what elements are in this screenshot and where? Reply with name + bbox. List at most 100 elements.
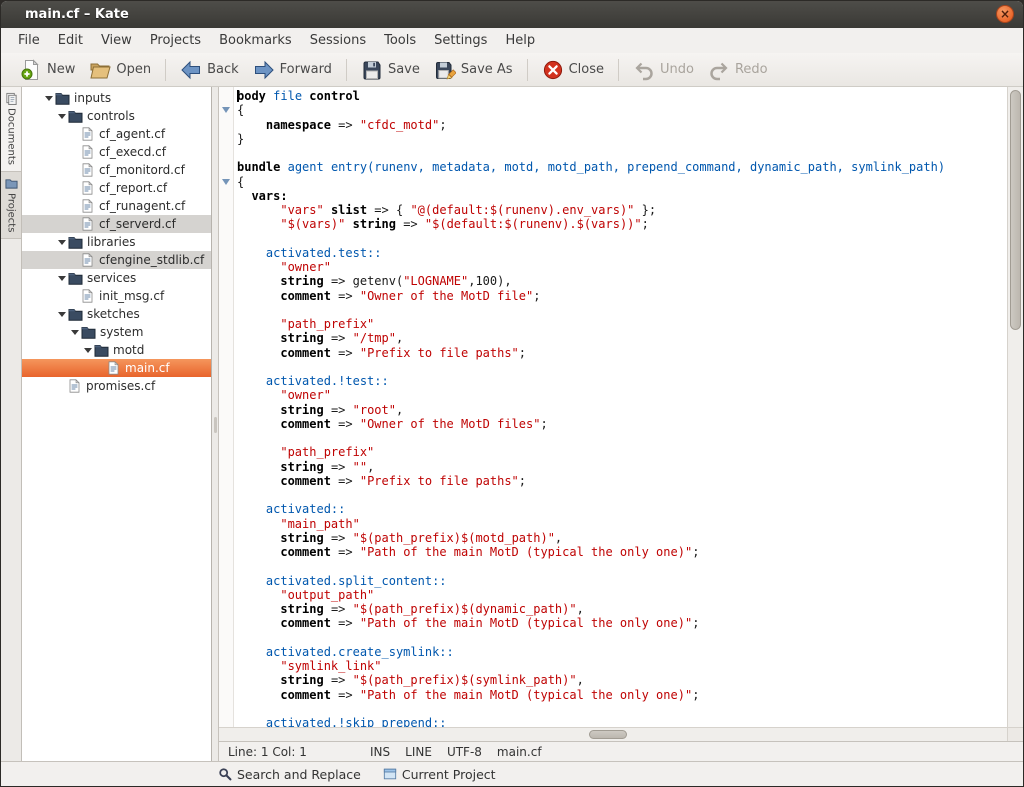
tree-item-init_msg.cf[interactable]: init_msg.cf bbox=[22, 287, 211, 305]
code-line: comment => "Owner of the MotD file"; bbox=[237, 289, 1007, 303]
code-line: comment => "Prefix to file paths"; bbox=[237, 346, 1007, 360]
tree-item-sketches[interactable]: sketches bbox=[22, 305, 211, 323]
tree-item-label: controls bbox=[87, 109, 135, 123]
tree-item-label: system bbox=[100, 325, 143, 339]
code-line: comment => "Path of the main MotD (typic… bbox=[237, 688, 1007, 702]
menu-item-projects[interactable]: Projects bbox=[141, 30, 210, 51]
folder-icon bbox=[68, 271, 85, 285]
code-line bbox=[237, 431, 1007, 445]
expander-icon[interactable] bbox=[55, 240, 68, 245]
menu-item-file[interactable]: File bbox=[9, 30, 49, 51]
open-button[interactable]: Open bbox=[82, 57, 158, 83]
forward-arrow-icon bbox=[253, 59, 275, 81]
toolbar-button-label: Undo bbox=[660, 62, 694, 77]
expander-icon[interactable] bbox=[42, 96, 55, 101]
expander-icon[interactable] bbox=[81, 348, 94, 353]
tree-item-main.cf[interactable]: main.cf bbox=[22, 359, 211, 377]
code-line bbox=[237, 702, 1007, 716]
current-project-button[interactable]: Current Project bbox=[378, 765, 501, 784]
button-label: Search and Replace bbox=[237, 767, 361, 782]
tree-item-cf_runagent.cf[interactable]: cf_runagent.cf bbox=[22, 197, 211, 215]
search-and-replace-button[interactable]: Search and Replace bbox=[213, 765, 366, 784]
menu-item-help[interactable]: Help bbox=[496, 30, 544, 51]
editor-vertical-scrollbar[interactable] bbox=[1007, 87, 1023, 727]
fold-marker-icon[interactable] bbox=[222, 107, 230, 113]
redo-icon bbox=[708, 59, 730, 81]
expander-icon[interactable] bbox=[55, 312, 68, 317]
titlebar[interactable]: main.cf – Kate × bbox=[1, 1, 1023, 28]
tree-item-libraries[interactable]: libraries bbox=[22, 233, 211, 251]
main-area: Documents Projects inputs controls cf_agent… bbox=[1, 87, 1023, 761]
file-icon bbox=[80, 199, 97, 213]
editor-horizontal-scrollbar[interactable] bbox=[219, 727, 1007, 741]
code-line: "owner" bbox=[237, 260, 1007, 274]
scrollbar-thumb[interactable] bbox=[1010, 90, 1021, 330]
toolbar-separator bbox=[346, 59, 347, 81]
documents-icon bbox=[5, 92, 18, 105]
fold-marker-icon[interactable] bbox=[222, 179, 230, 185]
code-line: body file control bbox=[237, 89, 1007, 103]
code-line: string => "/tmp", bbox=[237, 331, 1007, 345]
file-icon bbox=[80, 217, 97, 231]
expander-icon[interactable] bbox=[55, 114, 68, 119]
code-line: "main_path" bbox=[237, 517, 1007, 531]
encoding-indicator[interactable]: UTF-8 bbox=[447, 745, 482, 759]
save-as-button[interactable]: Save As bbox=[427, 57, 520, 83]
toolbar-separator bbox=[527, 59, 528, 81]
expander-icon[interactable] bbox=[68, 330, 81, 335]
folder-icon bbox=[68, 109, 85, 123]
close-button[interactable]: Close bbox=[535, 57, 611, 83]
code-line: activated.test:: bbox=[237, 246, 1007, 260]
toolbar-button-label: New bbox=[47, 62, 75, 77]
tree-item-promises.cf[interactable]: promises.cf bbox=[22, 377, 211, 395]
insert-mode-indicator[interactable]: INS bbox=[370, 745, 390, 759]
menu-item-bookmarks[interactable]: Bookmarks bbox=[210, 30, 301, 51]
back-button[interactable]: Back bbox=[173, 57, 246, 83]
tree-item-cf_monitord.cf[interactable]: cf_monitord.cf bbox=[22, 161, 211, 179]
line-ending-indicator[interactable]: LINE bbox=[405, 745, 432, 759]
toolbar-button-label: Open bbox=[116, 62, 151, 77]
open-folder-icon bbox=[89, 59, 111, 81]
tree-item-cfengine_stdlib.cf[interactable]: cfengine_stdlib.cf bbox=[22, 251, 211, 269]
code-line: bundle agent entry(runenv, metadata, mot… bbox=[237, 160, 1007, 174]
menu-item-view[interactable]: View bbox=[92, 30, 141, 51]
forward-button[interactable]: Forward bbox=[246, 57, 339, 83]
menu-item-edit[interactable]: Edit bbox=[49, 30, 92, 51]
tree-item-system[interactable]: system bbox=[22, 323, 211, 341]
tree-item-label: cf_runagent.cf bbox=[99, 199, 185, 213]
tree-item-label: libraries bbox=[87, 235, 135, 249]
text-editor[interactable]: body file control{ namespace => "cfdc_mo… bbox=[234, 87, 1007, 727]
save-button[interactable]: Save bbox=[354, 57, 427, 83]
menu-item-tools[interactable]: Tools bbox=[375, 30, 425, 51]
tree-item-cf_report.cf[interactable]: cf_report.cf bbox=[22, 179, 211, 197]
tree-item-cf_agent.cf[interactable]: cf_agent.cf bbox=[22, 125, 211, 143]
code-line: comment => "Path of the main MotD (typic… bbox=[237, 545, 1007, 559]
menu-item-settings[interactable]: Settings bbox=[425, 30, 496, 51]
window-close-button[interactable]: × bbox=[996, 5, 1014, 23]
new-button[interactable]: New bbox=[13, 57, 82, 83]
sidebar-tab-label: Documents bbox=[6, 108, 17, 165]
sidebar-tab-projects[interactable]: Projects bbox=[1, 172, 21, 239]
tree-item-cf_execd.cf[interactable]: cf_execd.cf bbox=[22, 143, 211, 161]
expander-icon[interactable] bbox=[55, 276, 68, 281]
button-label: Current Project bbox=[402, 767, 496, 782]
menubar: FileEditViewProjectsBookmarksSessionsToo… bbox=[1, 28, 1023, 53]
sidebar-tab-documents[interactable]: Documents bbox=[1, 87, 21, 172]
tree-item-label: cf_serverd.cf bbox=[99, 217, 176, 231]
scrollbar-thumb[interactable] bbox=[589, 730, 627, 739]
undo-icon bbox=[633, 59, 655, 81]
tree-item-controls[interactable]: controls bbox=[22, 107, 211, 125]
menu-item-sessions[interactable]: Sessions bbox=[301, 30, 375, 51]
tree-item-motd[interactable]: motd bbox=[22, 341, 211, 359]
kate-window: main.cf – Kate × FileEditViewProjectsBoo… bbox=[0, 0, 1024, 787]
tree-item-cf_serverd.cf[interactable]: cf_serverd.cf bbox=[22, 215, 211, 233]
fold-marker-border[interactable] bbox=[219, 87, 234, 727]
projects-icon bbox=[5, 177, 18, 190]
save-as-icon bbox=[434, 59, 456, 81]
tree-item-inputs[interactable]: inputs bbox=[22, 89, 211, 107]
panel-splitter[interactable] bbox=[212, 87, 219, 761]
toolbar-button-label: Forward bbox=[280, 62, 332, 77]
tree-item-label: inputs bbox=[74, 91, 111, 105]
code-line: "path_prefix" bbox=[237, 445, 1007, 459]
tree-item-services[interactable]: services bbox=[22, 269, 211, 287]
